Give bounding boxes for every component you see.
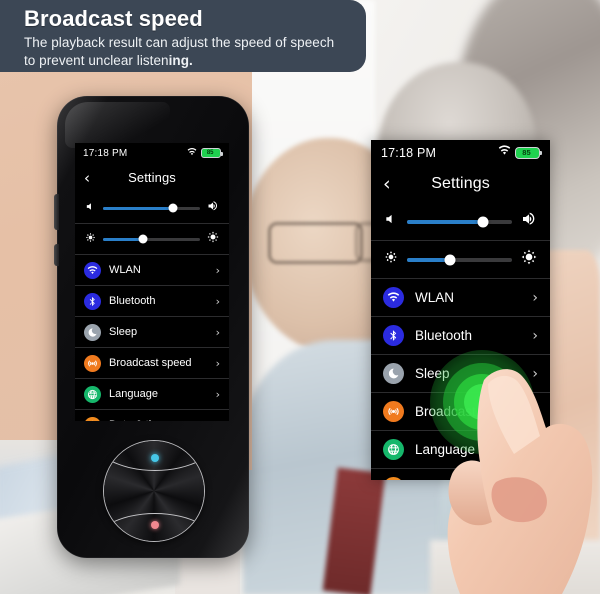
menu-item-bluetooth[interactable]: Bluetooth › (75, 286, 229, 317)
slider-row-brightness[interactable] (371, 241, 550, 279)
volume-slider-knob[interactable] (477, 216, 489, 227)
status-time: 17:18 PM (381, 145, 437, 160)
slider-row-brightness[interactable] (75, 224, 229, 255)
menu-item-label: Date & time (109, 419, 208, 421)
volume-slider-fill (407, 219, 483, 224)
banner-subtitle: The playback result can adjust the speed… (24, 34, 352, 69)
back-button[interactable]: ‹ (383, 165, 391, 203)
wifi-icon (498, 144, 511, 162)
brightness-slider-fill (103, 237, 143, 241)
brightness-low-icon (85, 230, 96, 248)
broadcast-icon (84, 354, 101, 372)
menu-item-label: Language (109, 388, 158, 400)
status-bar: 17:18 PM 85 (371, 140, 550, 165)
device-side-button-volume[interactable] (54, 194, 59, 230)
led-indicator-bottom (151, 521, 159, 529)
banner-title: Broadcast speed (24, 6, 203, 31)
page-title: Settings (431, 175, 490, 192)
brightness-high-icon (521, 249, 537, 270)
photo-glasses-left-lens (268, 222, 363, 264)
chevron-right-icon: › (215, 294, 220, 308)
menu-item-broadcast-speed[interactable]: Broadcast speed › (75, 348, 229, 379)
bluetooth-icon (84, 292, 101, 310)
header-banner: Broadcast speed The playback result can … (0, 0, 366, 72)
menu-item-label: Bluetooth (415, 328, 473, 343)
volume-slider-knob[interactable] (168, 203, 178, 213)
banner-subtitle-line1: The playback result can adjust the speed… (24, 35, 335, 50)
volume-slider-track[interactable] (407, 216, 512, 227)
brightness-slider-track[interactable] (407, 254, 512, 265)
wifi-icon (187, 144, 197, 162)
clock-icon (84, 416, 101, 421)
menu-item-label: Sleep (109, 326, 138, 338)
menu-item-label: WLAN (109, 264, 141, 276)
clock-icon (383, 477, 404, 480)
menu-item-label: Broadcast speed (109, 357, 192, 369)
chevron-right-icon: › (215, 325, 220, 339)
slider-row-volume[interactable] (371, 203, 550, 241)
back-button[interactable]: ‹ (84, 163, 90, 193)
menu-item-wlan[interactable]: WLAN › (371, 279, 550, 317)
device-screen-left: 17:18 PM 85 ‹ Settings WLAN › Bluetooth › Sleep… (75, 143, 229, 421)
status-bar: 17:18 PM 85 (75, 143, 229, 163)
moon-icon (383, 363, 404, 384)
chevron-right-icon: › (216, 419, 220, 422)
volume-low-icon (384, 212, 398, 231)
wifi-icon (84, 261, 101, 279)
status-time: 17:18 PM (83, 147, 128, 159)
brightness-low-icon (384, 250, 398, 269)
brightness-slider-knob[interactable] (444, 254, 456, 265)
volume-slider-track[interactable] (103, 203, 200, 213)
broadcast-icon (383, 401, 404, 422)
banner-subtitle-line2: to prevent unclear listen (24, 52, 169, 68)
chevron-right-icon: › (532, 327, 538, 344)
menu-item-bluetooth[interactable]: Bluetooth › (371, 317, 550, 355)
nav-bar: ‹ Settings (75, 163, 229, 193)
wifi-icon (383, 287, 404, 308)
chevron-right-icon: › (215, 356, 220, 370)
banner-subtitle-line2-bold: ing. (168, 52, 193, 68)
chevron-right-icon: › (215, 263, 220, 277)
page-title: Settings (128, 170, 176, 185)
volume-high-icon (207, 199, 219, 217)
menu-item-sleep[interactable]: Sleep › (75, 317, 229, 348)
battery-indicator: 85 (515, 146, 542, 159)
status-indicators: 85 (187, 144, 223, 162)
menu-item-wlan[interactable]: WLAN › (75, 255, 229, 286)
moon-icon (84, 323, 101, 341)
battery-indicator: 85 (201, 148, 223, 158)
chevron-right-icon: › (532, 289, 538, 306)
device-side-button-power[interactable] (54, 244, 59, 266)
bluetooth-icon (383, 325, 404, 346)
globe-icon (84, 385, 101, 403)
led-indicator-top (151, 454, 159, 462)
menu-item-date-time[interactable]: Date & time › (75, 410, 229, 421)
menu-item-language[interactable]: Language › (75, 379, 229, 410)
volume-slider-fill (103, 206, 173, 210)
menu-item-label: WLAN (415, 290, 455, 305)
menu-item-label: Bluetooth (109, 295, 156, 307)
brightness-slider-track[interactable] (103, 234, 200, 244)
brightness-slider-knob[interactable] (138, 234, 148, 244)
globe-icon (383, 439, 404, 460)
slider-row-volume[interactable] (75, 193, 229, 224)
brightness-high-icon (207, 230, 219, 248)
device-gloss-highlight (65, 102, 170, 148)
navigation-wheel[interactable] (103, 440, 205, 542)
nav-bar: ‹ Settings (371, 165, 550, 203)
status-indicators: 85 (498, 144, 542, 162)
volume-high-icon (521, 211, 537, 232)
hand-pointing-icon (447, 369, 593, 594)
chevron-right-icon: › (215, 387, 220, 401)
volume-low-icon (85, 199, 96, 217)
